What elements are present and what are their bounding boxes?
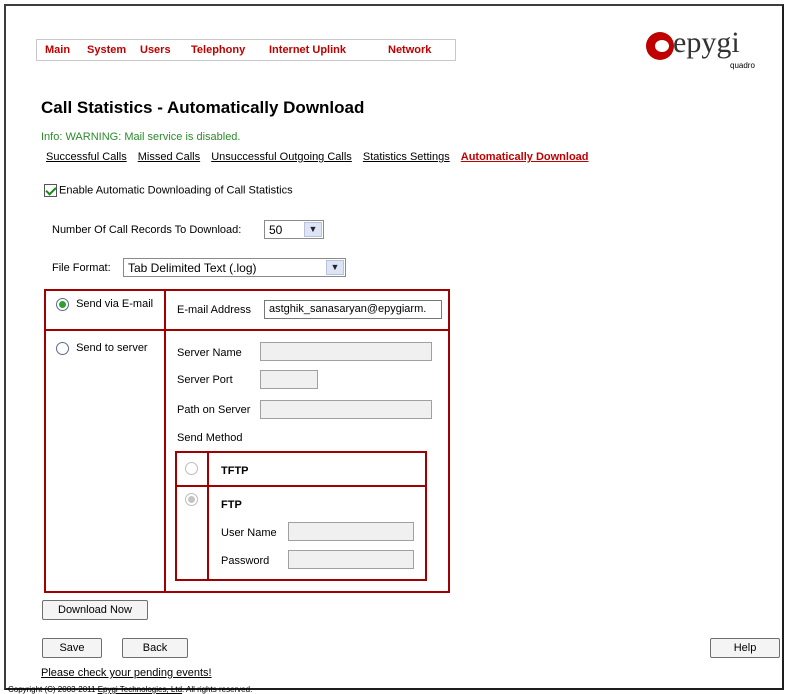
info-warning: Info: WARNING: Mail service is disabled. [41,131,241,143]
tab-unsuccessful-outgoing-calls[interactable]: Unsuccessful Outgoing Calls [211,151,352,163]
send-email-label: Send via E-mail [76,298,154,311]
tab-missed-calls[interactable]: Missed Calls [138,151,200,163]
top-menu: Main System Users Telephony Internet Upl… [36,39,456,61]
send-server-radio[interactable] [56,342,69,355]
email-address-input[interactable]: astghik_sanasaryan@epygiarm. [264,300,442,319]
send-server-label: Send to server [76,342,148,355]
logo-word: epygi [673,26,740,59]
chevron-down-icon: ▼ [326,260,344,275]
enable-row: Enable Automatic Downloading of Call Sta… [44,184,293,197]
tab-automatically-download[interactable]: Automatically Download [461,151,589,163]
tab-successful-calls[interactable]: Successful Calls [46,151,127,163]
menu-main[interactable]: Main [45,44,70,56]
company-link[interactable]: Epygi Technologies, Ltd [98,685,182,694]
logo-mark-icon [646,32,674,60]
logo-sub: quadro [730,61,755,70]
server-port-label: Server Port [177,374,233,386]
path-on-server-label: Path on Server [177,404,251,416]
copyright-prefix: Copyright (C) 2003-2011 [8,685,98,694]
server-name-input[interactable] [260,342,432,361]
app-window: Main System Users Telephony Internet Upl… [4,4,784,694]
tftp-label: TFTP [221,465,249,477]
menu-network[interactable]: Network [388,44,431,56]
tftp-radio[interactable] [185,462,198,475]
epygi-logo: epygi quadro [646,26,756,76]
file-format-label: File Format: [52,262,111,274]
tab-statistics-settings[interactable]: Statistics Settings [363,151,450,163]
ftp-label: FTP [221,499,242,511]
back-button[interactable]: Back [122,638,188,658]
menu-telephony[interactable]: Telephony [191,44,245,56]
menu-users[interactable]: Users [140,44,171,56]
send-server-option: Send to server [56,342,148,355]
ftp-radio[interactable] [185,493,198,506]
password-label: Password [221,555,270,567]
save-button[interactable]: Save [42,638,102,658]
server-name-label: Server Name [177,347,242,359]
user-name-label: User Name [221,527,277,539]
send-server-option-cell [44,329,166,593]
send-email-option: Send via E-mail [56,298,153,311]
tab-bar: Successful Calls Missed Calls Unsuccessf… [46,151,597,163]
help-button[interactable]: Help [710,638,780,658]
records-label: Number Of Call Records To Download: [52,224,242,236]
file-format-value: Tab Delimited Text (.log) [128,261,257,275]
enable-checkbox[interactable] [44,184,57,197]
copyright-suffix: . All rights reserved. [182,685,253,694]
menu-internet-uplink[interactable]: Internet Uplink [269,44,346,56]
user-name-input[interactable] [288,522,414,541]
send-email-radio[interactable] [56,298,69,311]
copyright: Copyright (C) 2003-2011 Epygi Technologi… [8,685,252,694]
page-title: Call Statistics - Automatically Download [41,98,365,117]
pending-events-link[interactable]: Please check your pending events! [41,667,212,679]
path-on-server-input[interactable] [260,400,432,419]
records-value: 50 [269,223,283,237]
file-format-select[interactable]: Tab Delimited Text (.log) ▼ [123,258,346,277]
send-method-label: Send Method [177,432,243,444]
server-port-input[interactable] [260,370,318,389]
download-now-button[interactable]: Download Now [42,600,148,620]
menu-system[interactable]: System [87,44,126,56]
email-address-label: E-mail Address [177,304,251,316]
chevron-down-icon: ▼ [304,222,322,237]
records-select[interactable]: 50 ▼ [264,220,324,239]
enable-label: Enable Automatic Downloading of Call Sta… [59,184,293,197]
password-input[interactable] [288,550,414,569]
